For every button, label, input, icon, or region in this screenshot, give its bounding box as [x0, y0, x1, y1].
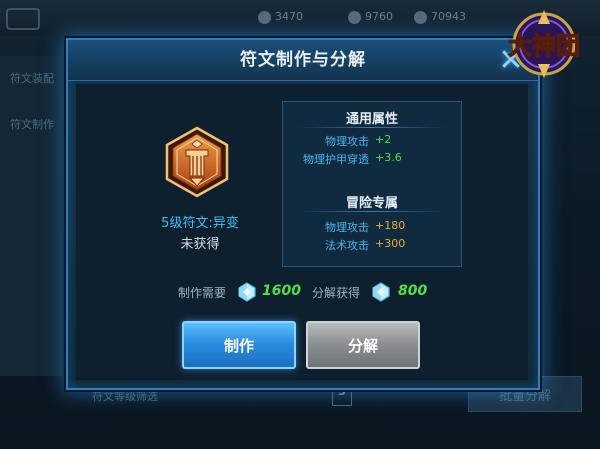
break-gain-label: 分解获得	[312, 286, 361, 300]
attr-name: 物理攻击	[325, 135, 369, 148]
attr-name: 物理护甲穿透	[303, 153, 369, 166]
dialog-title-bar: 符文制作与分解 ✕	[68, 40, 538, 81]
points-icon	[414, 10, 427, 24]
diamond-icon	[348, 10, 361, 24]
attr-name: 物理攻击	[325, 221, 369, 234]
general-attribute-row: 物理攻击 +2	[283, 133, 461, 148]
break-button[interactable]: 分解	[306, 321, 420, 369]
make-button[interactable]: 制作	[182, 321, 296, 369]
break-gain-amount: 800	[398, 283, 428, 299]
sidebar: 符文装配 符文制作	[0, 56, 62, 376]
general-attribute-row: 物理护甲穿透 +3.6	[283, 151, 461, 166]
adventure-attribute-row: 法术攻击 +300	[283, 237, 461, 252]
sidebar-item-rune-make[interactable]: 符文制作	[10, 116, 54, 132]
general-attributes-title: 通用属性	[345, 112, 398, 127]
attr-name: 法术攻击	[325, 239, 369, 252]
resource-points-value: 70943	[431, 10, 466, 23]
adventure-attribute-row: 物理攻击 +180	[283, 219, 461, 234]
divider	[297, 127, 447, 128]
rune-hexagon-icon	[165, 126, 229, 198]
gold-coin-icon	[258, 10, 271, 24]
crystal-icon	[372, 282, 390, 302]
crystal-icon	[238, 282, 256, 302]
attr-value: +3.6	[375, 151, 402, 164]
resource-diamond-value: 9760	[365, 10, 393, 23]
resource-diamond: 9760	[348, 10, 393, 24]
attr-value: +2	[375, 133, 392, 146]
dialog-title: 符文制作与分解	[240, 50, 366, 70]
sidebar-item-rune-equip[interactable]: 符文装配	[10, 70, 54, 86]
make-cost-amount: 1600	[262, 283, 301, 299]
make-cost-label: 制作需要	[178, 286, 227, 300]
logo: 大神团	[507, 10, 581, 78]
attribute-panel: 通用属性 物理攻击 +2 物理护甲穿透 +3.6 冒险专属 物理攻击 +180 …	[282, 101, 462, 267]
divider	[297, 211, 447, 212]
attr-value: +180	[375, 219, 406, 232]
adventure-attributes-title: 冒险专属	[345, 196, 398, 211]
rune-status: 未获得	[180, 237, 220, 252]
resource-points: 70943	[414, 10, 466, 24]
back-icon[interactable]	[6, 8, 40, 30]
resource-gold: 3470	[258, 10, 303, 24]
level-filter-label: 符文等级筛选	[92, 390, 158, 403]
svg-text:大神团: 大神团	[508, 32, 580, 60]
resource-gold-value: 3470	[275, 10, 303, 23]
attr-value: +300	[375, 237, 406, 250]
rune-name: 5级符文:异变	[161, 216, 239, 231]
